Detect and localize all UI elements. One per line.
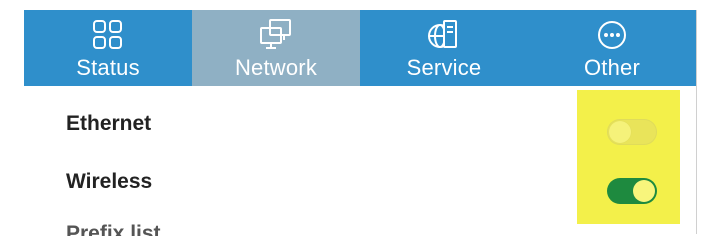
grid-icon: [89, 18, 127, 52]
tab-service[interactable]: Service: [360, 10, 528, 86]
ethernet-toggle[interactable]: [607, 119, 657, 145]
globe-server-icon: [425, 18, 463, 52]
tab-other[interactable]: Other: [528, 10, 696, 86]
tab-status-label: Status: [76, 55, 140, 80]
prefix-list-label: Prefix list: [66, 222, 161, 236]
tab-network-label: Network: [234, 55, 318, 80]
app-frame: Status Network Service Other Ethernet Wi…: [24, 10, 697, 236]
more-dots-icon: [593, 18, 631, 52]
wireless-label: Wireless: [66, 170, 153, 193]
top-nav-bar: Status Network Service Other: [24, 10, 696, 86]
ethernet-toggle-knob: [609, 121, 631, 143]
tab-status[interactable]: Status: [24, 10, 192, 86]
monitors-icon: [257, 18, 295, 52]
wireless-toggle-knob: [633, 180, 655, 202]
tab-other-label: Other: [583, 55, 641, 80]
wireless-toggle[interactable]: [607, 178, 657, 204]
ethernet-label: Ethernet: [66, 112, 152, 135]
tab-service-label: Service: [406, 55, 482, 80]
tab-network[interactable]: Network: [192, 10, 360, 86]
